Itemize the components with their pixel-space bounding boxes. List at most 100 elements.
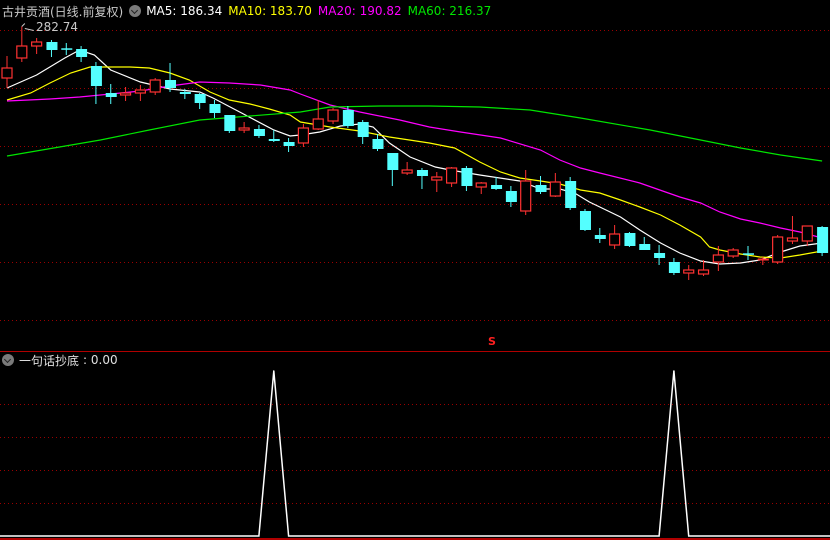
candle-up bbox=[757, 257, 769, 265]
ma60-value: MA60: 216.37 bbox=[407, 4, 492, 18]
candle-body bbox=[697, 269, 710, 275]
candle-body bbox=[565, 181, 577, 208]
candle-body bbox=[712, 254, 724, 263]
candle-down bbox=[535, 176, 547, 194]
indicator-peak-point bbox=[673, 370, 675, 372]
high-marker-pointer bbox=[21, 23, 34, 32]
stock-title: 古井贡酒(日线.前复权) bbox=[2, 4, 124, 19]
candle-up bbox=[1, 56, 13, 88]
candle-body bbox=[342, 110, 354, 126]
candle-body bbox=[312, 118, 324, 130]
candle-down bbox=[224, 115, 236, 133]
candle-body bbox=[165, 80, 177, 88]
moving-average-lines bbox=[6, 49, 823, 265]
candle-up bbox=[520, 170, 532, 215]
candle-body bbox=[387, 153, 399, 170]
candle-body bbox=[297, 127, 309, 144]
candle-body bbox=[520, 180, 532, 212]
candle-up bbox=[772, 235, 784, 264]
candle-body bbox=[372, 139, 384, 149]
candle-up bbox=[712, 246, 724, 271]
candle-body bbox=[668, 262, 680, 273]
ma20-line bbox=[6, 81, 823, 239]
candle-body bbox=[461, 168, 473, 186]
ma60-line bbox=[6, 105, 823, 162]
candle-body bbox=[61, 48, 73, 50]
candle-body bbox=[743, 253, 754, 255]
candle-up bbox=[475, 182, 487, 194]
candle-up bbox=[446, 167, 458, 187]
candle-down bbox=[283, 138, 295, 152]
high-price-label: 282.74 bbox=[36, 20, 78, 34]
candle-body bbox=[46, 42, 58, 50]
chevron-down-icon[interactable] bbox=[129, 5, 142, 17]
candle-up bbox=[312, 100, 324, 130]
candle-body bbox=[357, 122, 369, 137]
ma10-line bbox=[6, 66, 823, 259]
candle-up bbox=[401, 162, 413, 175]
candle-body bbox=[579, 211, 591, 230]
signal-marker: S bbox=[488, 335, 496, 348]
candle-body bbox=[431, 176, 443, 181]
candle-body bbox=[535, 185, 547, 192]
candle-up bbox=[609, 225, 621, 249]
candle-body bbox=[624, 233, 636, 246]
candle-down bbox=[387, 153, 399, 186]
stock-chart[interactable] bbox=[0, 0, 830, 540]
indicator-peak-point bbox=[272, 370, 275, 372]
candle-body bbox=[609, 233, 621, 246]
candle-body bbox=[416, 170, 428, 176]
candle-up bbox=[327, 108, 339, 124]
candle-down bbox=[46, 40, 58, 57]
candle-body bbox=[224, 115, 236, 131]
candle-down bbox=[342, 106, 354, 128]
candle-body bbox=[283, 142, 295, 146]
candle-down bbox=[253, 125, 265, 138]
candle-up bbox=[119, 87, 132, 101]
candle-up bbox=[149, 78, 161, 95]
indicator-name: 一句话抄底 bbox=[19, 353, 80, 368]
candle-body bbox=[1, 67, 13, 79]
candle-body bbox=[491, 185, 503, 189]
candle-body bbox=[149, 79, 161, 93]
candle-down bbox=[579, 209, 591, 231]
candle-down bbox=[90, 62, 102, 104]
candle-up bbox=[683, 265, 695, 280]
candle-body bbox=[817, 227, 829, 253]
candle-body bbox=[327, 109, 339, 122]
grid-lines bbox=[0, 30, 830, 540]
candle-down bbox=[668, 258, 680, 275]
indicator-header: 一句话抄底 : 0.00 bbox=[2, 352, 118, 368]
candle-down bbox=[491, 177, 503, 190]
candle-body bbox=[31, 41, 43, 47]
candle-down bbox=[105, 84, 117, 104]
candle-up bbox=[31, 38, 43, 54]
candle-body bbox=[772, 236, 784, 263]
indicator-line bbox=[0, 370, 830, 537]
candle-body bbox=[268, 139, 280, 141]
candle-body bbox=[401, 169, 413, 174]
candle-down bbox=[209, 100, 221, 118]
candle-up bbox=[238, 122, 250, 133]
candle-down bbox=[594, 228, 606, 243]
candle-up bbox=[801, 225, 813, 246]
candle-body bbox=[16, 45, 28, 59]
candle-body bbox=[549, 181, 561, 197]
candle-up bbox=[727, 248, 739, 258]
candle-body bbox=[475, 182, 487, 188]
candle-down bbox=[505, 186, 517, 207]
ma20-value: MA20: 190.82 bbox=[317, 4, 402, 18]
ma10-value: MA10: 183.70 bbox=[228, 4, 312, 18]
candle-body bbox=[238, 127, 250, 131]
candle-up bbox=[16, 26, 28, 62]
candle-body bbox=[119, 92, 132, 96]
candle-body bbox=[505, 191, 517, 202]
candle-body bbox=[594, 235, 606, 239]
chevron-down-icon[interactable] bbox=[2, 354, 14, 366]
candle-body bbox=[76, 49, 88, 57]
candle-down bbox=[461, 166, 473, 191]
candle-body bbox=[179, 92, 191, 94]
candle-down bbox=[416, 168, 428, 189]
candle-down bbox=[165, 63, 177, 92]
indicator-series-line bbox=[0, 370, 830, 537]
